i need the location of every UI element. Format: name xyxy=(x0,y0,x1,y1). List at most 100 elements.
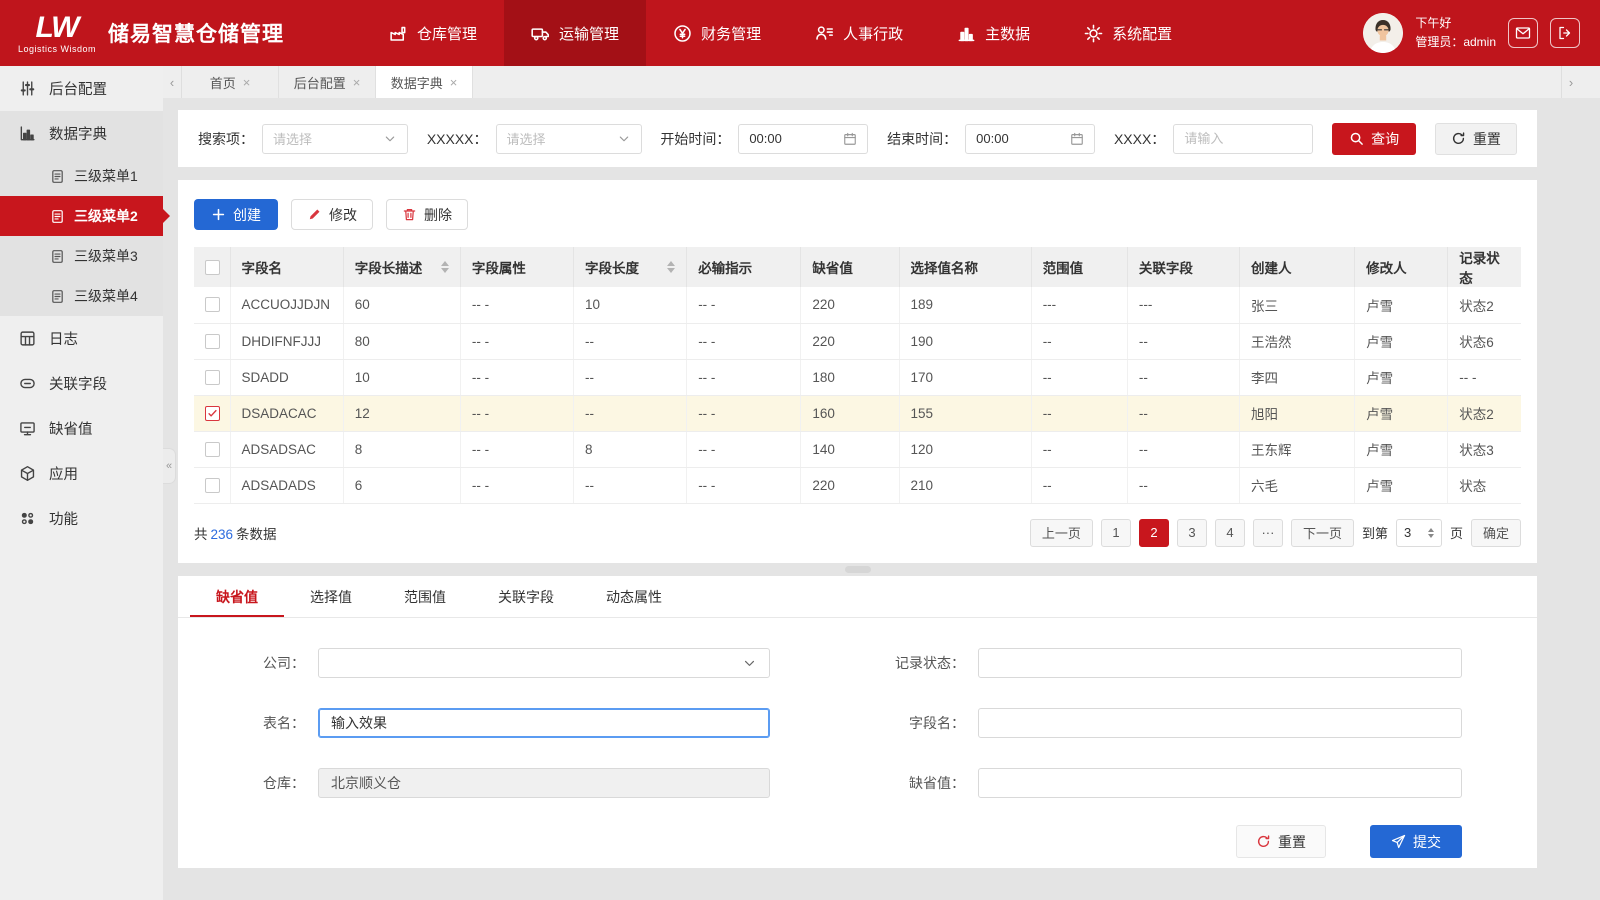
table-cell: -- xyxy=(1127,431,1239,467)
page-tab[interactable]: 后台配置× xyxy=(279,66,376,98)
sidebar-subitem[interactable]: 三级菜单3 xyxy=(0,236,163,276)
sidebar-subitem[interactable]: 三级菜单1 xyxy=(0,156,163,196)
filter-end-time-item: 结束时间： 00:00 xyxy=(887,124,1095,154)
default-value-input[interactable] xyxy=(978,768,1462,798)
close-icon[interactable]: × xyxy=(243,75,251,90)
nav-item-settings[interactable]: 系统配置 xyxy=(1057,0,1199,66)
nav-item-masterdata[interactable]: 主数据 xyxy=(930,0,1057,66)
sidebar-item-grid[interactable]: 功能 xyxy=(0,496,163,541)
nav-item-warehouse[interactable]: 仓库管理 xyxy=(362,0,504,66)
row-checkbox[interactable] xyxy=(205,334,220,349)
end-time-input[interactable]: 00:00 xyxy=(965,124,1095,154)
logout-button[interactable] xyxy=(1550,18,1580,48)
tab-scroll-left-icon[interactable]: ‹ xyxy=(163,66,182,98)
nav-item-finance[interactable]: 财务管理 xyxy=(646,0,788,66)
sort-icon[interactable] xyxy=(667,261,675,273)
sort-icon[interactable] xyxy=(441,261,449,273)
filter-search-item: 搜索项： 请选择 xyxy=(198,124,408,154)
query-button[interactable]: 查询 xyxy=(1332,123,1416,155)
filter-xxxx-input[interactable] xyxy=(1173,124,1313,154)
detail-tab[interactable]: 选择值 xyxy=(284,576,378,617)
table-row[interactable]: DHDIFNFJJJ80-- ----- -220190----王浩然卢雪状态6 xyxy=(194,323,1521,359)
company-select[interactable] xyxy=(318,648,770,678)
detail-tab[interactable]: 关联字段 xyxy=(472,576,580,617)
detail-tabs: 缺省值选择值范围值关联字段动态属性 xyxy=(178,576,1537,618)
spinner-arrows-icon[interactable] xyxy=(1428,528,1434,538)
table-cell: -- xyxy=(1127,359,1239,395)
doc-icon xyxy=(50,209,65,224)
table-cell: -- xyxy=(1127,395,1239,431)
table-row[interactable]: SDADD10-- ----- -180170----李四卢雪-- - xyxy=(194,359,1521,395)
table-row[interactable]: ADSADSAC8-- -8-- -140120----王东辉卢雪状态3 xyxy=(194,431,1521,467)
form-submit-button[interactable]: 提交 xyxy=(1370,825,1462,858)
goto-confirm-button[interactable]: 确定 xyxy=(1471,519,1521,547)
row-checkbox[interactable] xyxy=(205,442,220,457)
user-avatar[interactable] xyxy=(1363,13,1403,53)
reset-icon xyxy=(1256,834,1271,849)
delete-button[interactable]: 删除 xyxy=(386,199,468,230)
row-checkbox[interactable] xyxy=(205,406,220,421)
pagination-page-button[interactable]: 1 xyxy=(1101,519,1131,547)
table-cell: 卢雪 xyxy=(1355,287,1448,323)
mail-button[interactable] xyxy=(1508,18,1538,48)
sidebar-collapse-handle[interactable]: « xyxy=(163,448,176,484)
form-reset-button[interactable]: 重置 xyxy=(1236,825,1326,858)
nav-item-truck[interactable]: 运输管理 xyxy=(504,0,646,66)
pager-pages: 上一页 1234 ··· 下一页 xyxy=(1030,519,1354,547)
record-status-input[interactable] xyxy=(978,648,1462,678)
user-info: 下午好 管理员：admin xyxy=(1415,14,1496,52)
close-icon[interactable]: × xyxy=(353,75,361,90)
table-name-input[interactable] xyxy=(318,708,770,738)
detail-tab[interactable]: 动态属性 xyxy=(580,576,688,617)
sidebar-item-app[interactable]: 应用 xyxy=(0,451,163,496)
select-all-checkbox[interactable] xyxy=(205,260,220,275)
sidebar-item-link[interactable]: 关联字段 xyxy=(0,361,163,406)
table-cell: ADSADSAC xyxy=(230,431,343,467)
filter-xxxx-item: XXXX： xyxy=(1114,124,1313,154)
create-button[interactable]: 创建 xyxy=(194,199,278,230)
pagination-page-button[interactable]: 2 xyxy=(1139,519,1169,547)
nav-item-hr[interactable]: 人事行政 xyxy=(788,0,930,66)
table-row[interactable]: ADSADADS6-- ----- -220210----六毛卢雪状态 xyxy=(194,467,1521,503)
goto-page-spinner[interactable]: 3 xyxy=(1396,519,1442,547)
pagination-prev-button[interactable]: 上一页 xyxy=(1030,519,1093,547)
sidebar-item-sliders[interactable]: 后台配置 xyxy=(0,66,163,111)
sidebar-item-monitor[interactable]: 缺省值 xyxy=(0,406,163,451)
filter-xxxxx-select[interactable]: 请选择 xyxy=(496,124,642,154)
logout-icon xyxy=(1557,25,1573,41)
table-cell: 6 xyxy=(343,467,460,503)
sidebar-subitem[interactable]: 三级菜单4 xyxy=(0,276,163,316)
field-name-input[interactable] xyxy=(978,708,1462,738)
sidebar-item-log[interactable]: 日志 xyxy=(0,316,163,361)
app-header: LW Logistics Wisdom 储易智慧仓储管理 仓库管理运输管理财务管… xyxy=(0,0,1600,66)
pagination-page-button[interactable]: 4 xyxy=(1215,519,1245,547)
tab-scroll-right-icon[interactable]: › xyxy=(1561,66,1580,98)
start-time-input[interactable]: 00:00 xyxy=(738,124,868,154)
filter-search-select[interactable]: 请选择 xyxy=(262,124,408,154)
edit-button[interactable]: 修改 xyxy=(291,199,373,230)
pagination-page-button[interactable]: 3 xyxy=(1177,519,1207,547)
detail-tab[interactable]: 缺省值 xyxy=(190,576,284,617)
table-row[interactable]: DSADACAC12-- ----- -160155----旭阳卢雪状态2 xyxy=(194,395,1521,431)
finance-icon xyxy=(673,24,692,43)
table-row[interactable]: ACCUOJJDJN60-- -10-- -220189------张三卢雪状态… xyxy=(194,287,1521,323)
page-tab[interactable]: 首页× xyxy=(182,66,279,98)
reset-filters-button[interactable]: 重置 xyxy=(1435,123,1517,155)
splitter-handle[interactable] xyxy=(845,566,871,573)
row-checkbox[interactable] xyxy=(205,297,220,312)
detail-tab[interactable]: 范围值 xyxy=(378,576,472,617)
row-checkbox[interactable] xyxy=(205,478,220,493)
pagination-ellipsis[interactable]: ··· xyxy=(1253,519,1283,547)
chevron-down-icon xyxy=(383,132,397,146)
table-cell: 10 xyxy=(574,287,687,323)
pagination-next-button[interactable]: 下一页 xyxy=(1291,519,1354,547)
close-icon[interactable]: × xyxy=(450,75,458,90)
warehouse-icon xyxy=(389,24,408,43)
sidebar-item-dict[interactable]: 数据字典 xyxy=(0,111,163,156)
sidebar-group: 数据字典三级菜单1三级菜单2三级菜单3三级菜单4 xyxy=(0,111,163,316)
page-tab-label: 数据字典 xyxy=(391,73,443,92)
sidebar-subitem[interactable]: 三级菜单2 xyxy=(0,196,163,236)
page-tab[interactable]: 数据字典 × xyxy=(376,66,473,98)
table-cell: 六毛 xyxy=(1239,467,1354,503)
row-checkbox[interactable] xyxy=(205,370,220,385)
